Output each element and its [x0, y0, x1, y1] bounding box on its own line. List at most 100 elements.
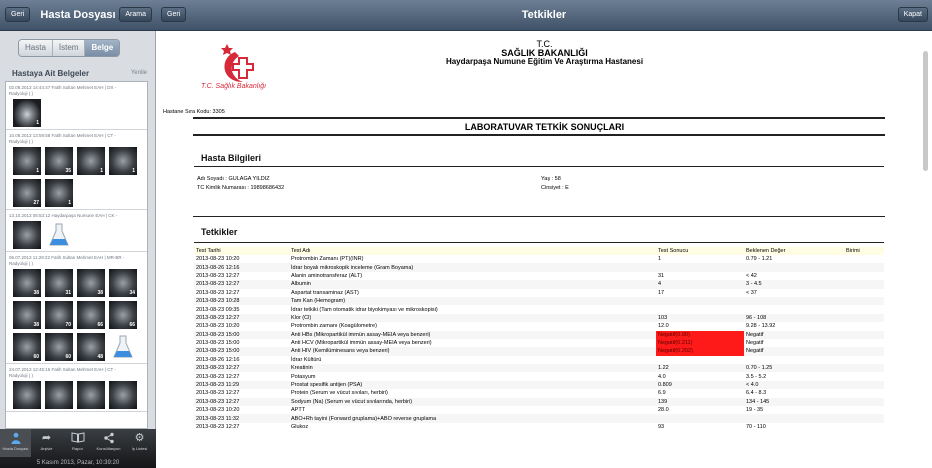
- image-thumbnail[interactable]: 1: [109, 147, 137, 175]
- image-count: 60: [65, 354, 71, 360]
- lab-flask-icon[interactable]: [45, 221, 73, 249]
- col-expected: Beklenen Değer: [744, 247, 844, 255]
- image-thumbnail[interactable]: [109, 381, 137, 409]
- list-item[interactable]: 10.08.2013 13:59:58 Fatih Sultan Mehmet …: [6, 130, 147, 210]
- image-thumbnail[interactable]: [77, 381, 105, 409]
- cell-unit: [844, 364, 884, 373]
- cell-test-date: 2013-08-23 12:27: [196, 373, 240, 380]
- cell-test-result: 1.22: [656, 364, 744, 373]
- segment-hasta[interactable]: Hasta: [19, 40, 53, 56]
- list-item[interactable]: 13.10.2013 08:53:12 Haydarpaşa Numune EA…: [6, 210, 147, 252]
- image-thumbnail[interactable]: 35: [45, 147, 73, 175]
- list-item[interactable]: 24.07.2013 12:45:16 Fatih Sultan Mehmet …: [6, 364, 147, 412]
- segment-belge[interactable]: Belge: [85, 40, 120, 56]
- image-thumbnail[interactable]: 34: [109, 269, 137, 297]
- tab-rapor[interactable]: Rapor: [62, 429, 93, 457]
- divider: [193, 216, 885, 217]
- image-count: 70: [65, 322, 71, 328]
- cell-test-result: Negatif(0.211): [656, 338, 744, 348]
- image-thumbnail[interactable]: 31: [45, 269, 73, 297]
- main-back-button[interactable]: Geri: [161, 7, 187, 22]
- tab-is-listesi[interactable]: ⚙ İş Listesi: [124, 429, 155, 457]
- cell-unit: [844, 414, 884, 423]
- cell-expected: [744, 305, 844, 313]
- cell-expected: Negatif: [746, 340, 764, 347]
- cell-test-date: 2013-08-23 11:29: [194, 380, 289, 390]
- image-count: 1: [68, 200, 71, 206]
- close-button[interactable]: Kapat: [897, 7, 928, 22]
- cell-test-result: [656, 296, 744, 306]
- image-thumbnail[interactable]: [45, 381, 73, 409]
- hospital-code: Hastane Sıra Kodu: 3305: [163, 109, 225, 115]
- image-thumbnail[interactable]: 38: [13, 269, 41, 297]
- image-thumbnail[interactable]: 27: [13, 179, 41, 207]
- divider: [193, 117, 885, 119]
- cell-unit: [844, 423, 884, 431]
- image-thumbnail[interactable]: 70: [45, 301, 73, 329]
- share-arrow-icon: ➦: [41, 432, 52, 444]
- cell-expected: < 42: [746, 272, 757, 279]
- cell-unit: [844, 380, 884, 390]
- list-item[interactable]: 02.08.2013 14:44:47 Fatih Sultan Mehmet …: [6, 82, 147, 130]
- cell-unit: [844, 296, 884, 306]
- image-count: 60: [33, 354, 39, 360]
- cell-test-date: 2013-08-23 12:27: [194, 313, 289, 323]
- image-thumbnail[interactable]: 38: [77, 269, 105, 297]
- report-document[interactable]: T.C. Sağlık Bakanlığı T.C. SAĞLIK BAKANL…: [157, 31, 932, 468]
- cell-test-result: 93: [658, 424, 665, 430]
- cell-test-name: İdrar Kültürü: [291, 356, 322, 363]
- table-row: 2013-08-23 11:29 Prostat spesifik antijen…: [194, 380, 884, 390]
- patient-tc: TC Kimlik Numarası : 19898686432: [197, 185, 285, 191]
- divider: [194, 242, 884, 243]
- segment-istem[interactable]: İstem: [52, 40, 86, 56]
- document-list[interactable]: 02.08.2013 14:44:47 Fatih Sultan Mehmet …: [5, 81, 148, 429]
- table-row: 2013-08-23 15:00 Anti HBs (Mikropartikül …: [194, 330, 884, 339]
- image-thumbnail[interactable]: [13, 381, 41, 409]
- refresh-button[interactable]: Yenile: [131, 70, 147, 76]
- image-thumbnail[interactable]: 1: [13, 147, 41, 175]
- cell-test-name: Klor (Cl): [289, 313, 656, 323]
- scrollbar[interactable]: [923, 51, 928, 171]
- cell-unit: [844, 255, 884, 263]
- cell-test-result: [656, 414, 744, 423]
- cell-expected: 19 - 35: [746, 407, 764, 414]
- cell-test-date: 2013-08-23 12:27: [196, 390, 240, 397]
- image-thumbnail[interactable]: 66: [77, 301, 105, 329]
- cell-test-name: Kreatinin: [289, 364, 656, 373]
- tab-konsultasyon[interactable]: Konsültasyon: [93, 429, 124, 457]
- image-thumbnail[interactable]: 48: [77, 333, 105, 361]
- cell-test-date: 2013-08-23 15:00: [194, 347, 289, 356]
- cell-test-result: 12.0: [658, 323, 669, 330]
- cell-expected: 9.28 - 13.92: [746, 323, 776, 330]
- image-thumbnail[interactable]: 60: [45, 333, 73, 361]
- tab-bar: Hasta Dosyası ➦ Arşivle Rapor Konsültasy…: [0, 429, 156, 468]
- image-thumbnail[interactable]: 1: [77, 147, 105, 175]
- cell-test-name: Sodyum (Na) (Serum ve vücut sıvılarında,…: [289, 397, 656, 407]
- cell-test-result: 103: [656, 313, 744, 323]
- cell-test-name: Protrombin Zamanı (PT)(INR): [291, 256, 364, 263]
- image-thumbnail[interactable]: [13, 221, 41, 249]
- image-thumbnail[interactable]: 60: [13, 333, 41, 361]
- tab-arsivle[interactable]: ➦ Arşivle: [31, 429, 62, 457]
- cell-test-result: 28.0: [658, 407, 669, 414]
- patient-age: Yaş : 58: [541, 176, 561, 182]
- lab-flask-icon[interactable]: [109, 333, 137, 361]
- tab-hasta-dosyasi[interactable]: Hasta Dosyası: [0, 429, 31, 457]
- list-item[interactable]: 06.07.2013 11:28:22 Fatih Sultan Mehmet …: [6, 252, 147, 364]
- cell-test-name: Alanin aminotransferaz (ALT): [291, 272, 363, 279]
- search-button[interactable]: Arama: [119, 7, 152, 22]
- sidebar-back-button[interactable]: Geri: [5, 7, 31, 22]
- image-thumbnail[interactable]: 66: [109, 301, 137, 329]
- image-count: 1: [36, 168, 39, 174]
- image-thumbnail[interactable]: 1: [13, 99, 41, 127]
- table-row: 2013-08-23 10:20 Protrombin Zamanı (PT)(I…: [194, 255, 884, 263]
- col-unit: Birimi: [844, 247, 884, 255]
- image-thumbnail[interactable]: 1: [45, 179, 73, 207]
- cell-test-name: Tam Kan (Hemogram): [289, 296, 656, 306]
- cell-test-result: [656, 263, 744, 272]
- image-thumbnail[interactable]: 38: [13, 301, 41, 329]
- cell-test-date: 2013-08-23 12:27: [194, 397, 289, 407]
- table-row: 2013-08-23 12:27 Aspartat transaminaz (AS…: [194, 289, 884, 297]
- image-count: 35: [65, 168, 71, 174]
- cell-unit: [844, 330, 884, 339]
